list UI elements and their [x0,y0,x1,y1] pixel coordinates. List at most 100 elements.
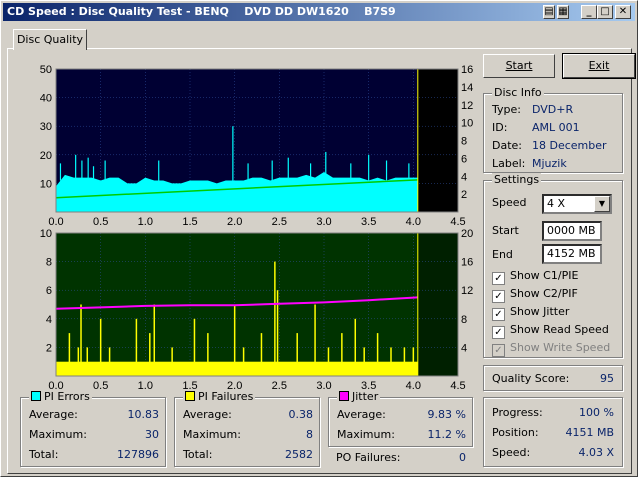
pi-errors-maximum-value: 30 [145,428,159,441]
checkbox-check-icon[interactable]: ✓ [492,326,505,339]
close-icon[interactable]: ✕ [615,5,631,19]
disc-quality-panel: 0.0 0.5 1.0 1.5 2.0 2.5 3.0 3.5 4.0 4.5 10 20 30 40 50… [7,48,636,474]
y-left-tick-label: 30 [40,121,52,133]
checkbox-check-icon[interactable]: ✓ [492,272,505,285]
speed-select-value: 4 X [547,197,566,210]
tab-label: Disc Quality [16,33,84,46]
y-left-tick-label: 10 [40,228,52,240]
x-tick-label: 0.0 [48,216,63,228]
speed-select[interactable]: 4 X ▼ [542,194,612,214]
start-button[interactable]: Start [483,54,555,78]
pi-failures-average-label: Average: [183,408,232,421]
checkbox-label: Show C2/PIF [510,287,578,300]
start-label: Start [492,224,519,237]
y-right-tick-label: 20 [461,228,473,240]
jitter-title: Jitter [337,390,381,403]
x-tick-label: 2.0 [227,216,242,228]
checkbox-check-icon[interactable]: ✓ [492,290,505,303]
x-tick-label: 3.0 [316,216,331,228]
pi-failures-title-text: PI Failures [198,390,254,403]
id-value: AML 001 [532,121,580,134]
pi-failures-maximum-label: Maximum: [183,428,241,441]
settings-group: Settings Speed 4 X ▼ Start 0000 MB End 4… [483,173,623,358]
pi-failures-swatch-icon [185,391,195,401]
save-icon[interactable]: ▦ [557,5,569,19]
jitter-average-label: Average: [337,408,386,421]
position-value: 4151 MB [565,426,614,439]
progress-label: Progress: [492,406,543,419]
checkbox-label: Show Read Speed [510,323,609,336]
po-failures-label: PO Failures: [336,451,401,464]
x-tick-label: 4.0 [406,380,421,392]
plot-unused-region [417,233,458,376]
type-value: DVD+R [532,103,574,116]
x-tick-label: 1.0 [138,216,153,228]
title-bar[interactable]: CD Speed : Disc Quality Test - BENQ DVD … [3,3,635,21]
x-tick-label: 1.5 [182,216,197,228]
show-read-speed-checkbox[interactable]: ✓ Show Read Speed [492,323,609,339]
exit-button[interactable]: Exit [562,53,636,79]
x-tick-label: 0.5 [93,216,108,228]
y-right-tick-label: 10 [461,118,473,130]
show-write-speed-checkbox: ✓ Show Write Speed [492,341,610,357]
id-label: ID: [492,121,508,134]
progress-group: Progress: 100 % Position: 4151 MB Speed:… [483,397,623,467]
app-window: CD Speed : Disc Quality Test - BENQ DVD … [0,0,638,477]
disc-info-title: Disc Info [492,86,544,99]
y-right-tick-label: 4 [461,342,467,354]
window-title: CD Speed : Disc Quality Test - BENQ DVD … [7,5,396,18]
quality-score-group: Quality Score: 95 [483,365,623,391]
y-left-tick-label: 40 [40,93,52,105]
y-right-tick-label: 12 [461,100,473,112]
help-icon[interactable]: ▤ [543,5,555,19]
pi-failures-maximum-value: 8 [306,428,313,441]
pi-errors-total-value: 127896 [117,448,159,461]
settings-title: Settings [492,173,542,186]
jitter-maximum-value: 11.2 % [427,428,466,441]
y-left-tick-label: 8 [46,257,52,269]
x-tick-label: 2.5 [272,380,287,392]
pi-errors-maximum-label: Maximum: [29,428,87,441]
chevron-down-icon[interactable]: ▼ [594,196,610,212]
disc-info-group: Disc Info Type: DVD+R ID: AML 001 Date: … [483,86,623,173]
show-jitter-checkbox[interactable]: ✓ Show Jitter [492,305,569,321]
maximize-icon[interactable]: □ [597,5,613,19]
x-tick-label: 0.5 [93,380,108,392]
pi-errors-title-text: PI Errors [44,390,90,403]
pi-errors-average-label: Average: [29,408,78,421]
date-label: Date: [492,139,522,152]
start-mb-input[interactable]: 0000 MB [542,221,602,241]
po-failures-value: 0 [459,451,466,464]
pi-errors-total-label: Total: [29,448,59,461]
minimize-icon[interactable]: _ [581,5,597,19]
x-tick-label: 4.5 [450,216,465,228]
jitter-average-value: 9.83 % [427,408,466,421]
quality-score-value: 95 [600,372,614,385]
pi-failures-total-value: 2582 [285,448,313,461]
quality-score-label: Quality Score: [492,372,570,385]
y-left-tick-label: 4 [46,314,52,326]
end-mb-input[interactable]: 4152 MB [542,244,602,264]
plot-unused-region [417,69,458,212]
y-left-tick-label: 10 [40,178,52,190]
y-right-tick-label: 6 [461,153,467,165]
speed-label: Speed [492,196,527,209]
checkbox-label: Show C1/PIE [510,269,579,282]
progress-value: 100 % [579,406,614,419]
pi-failures-average-value: 0.38 [288,408,314,421]
y-right-tick-label: 16 [461,257,473,269]
y-left-tick-label: 6 [46,285,52,297]
y-left-tick-label: 50 [40,64,52,76]
pi-failures-group: PI Failures Average: 0.38 Maximum: 8 Tot… [174,390,320,467]
position-label: Position: [492,426,539,439]
show-c2-pif-checkbox[interactable]: ✓ Show C2/PIF [492,287,578,303]
tab-disc-quality[interactable]: Disc Quality [13,29,87,50]
y-right-tick-label: 8 [461,136,467,148]
label-value: Mjuzik [532,157,567,170]
show-c1-pie-checkbox[interactable]: ✓ Show C1/PIE [492,269,578,285]
x-tick-label: 1.0 [138,380,153,392]
checkbox-check-icon[interactable]: ✓ [492,308,505,321]
y-right-tick-label: 12 [461,285,473,297]
x-tick-label: 4.0 [406,216,421,228]
y-right-tick-label: 16 [461,64,473,76]
